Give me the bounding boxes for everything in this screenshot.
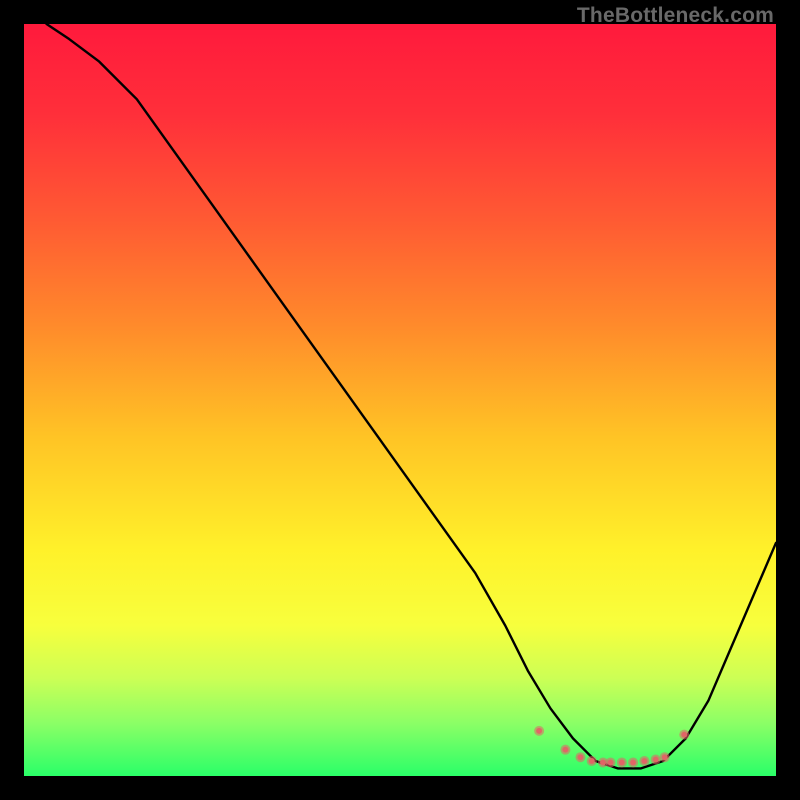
watermark-text: TheBottleneck.com [577,4,774,28]
marker-dot-core [619,759,625,765]
marker-dot-core [641,758,647,764]
marker-dot-core [662,754,668,760]
marker-dot-core [577,754,583,760]
marker-dot-core [653,756,659,762]
marker-dot-core [608,759,614,765]
marker-dot-core [681,732,687,738]
marker-dot-core [536,728,542,734]
gradient-background [24,24,776,776]
marker-dot-core [600,759,606,765]
marker-dot-core [562,747,568,753]
chart-plot-area [24,24,776,776]
chart-svg [24,24,776,776]
marker-dot-core [589,758,595,764]
marker-dot-core [630,759,636,765]
